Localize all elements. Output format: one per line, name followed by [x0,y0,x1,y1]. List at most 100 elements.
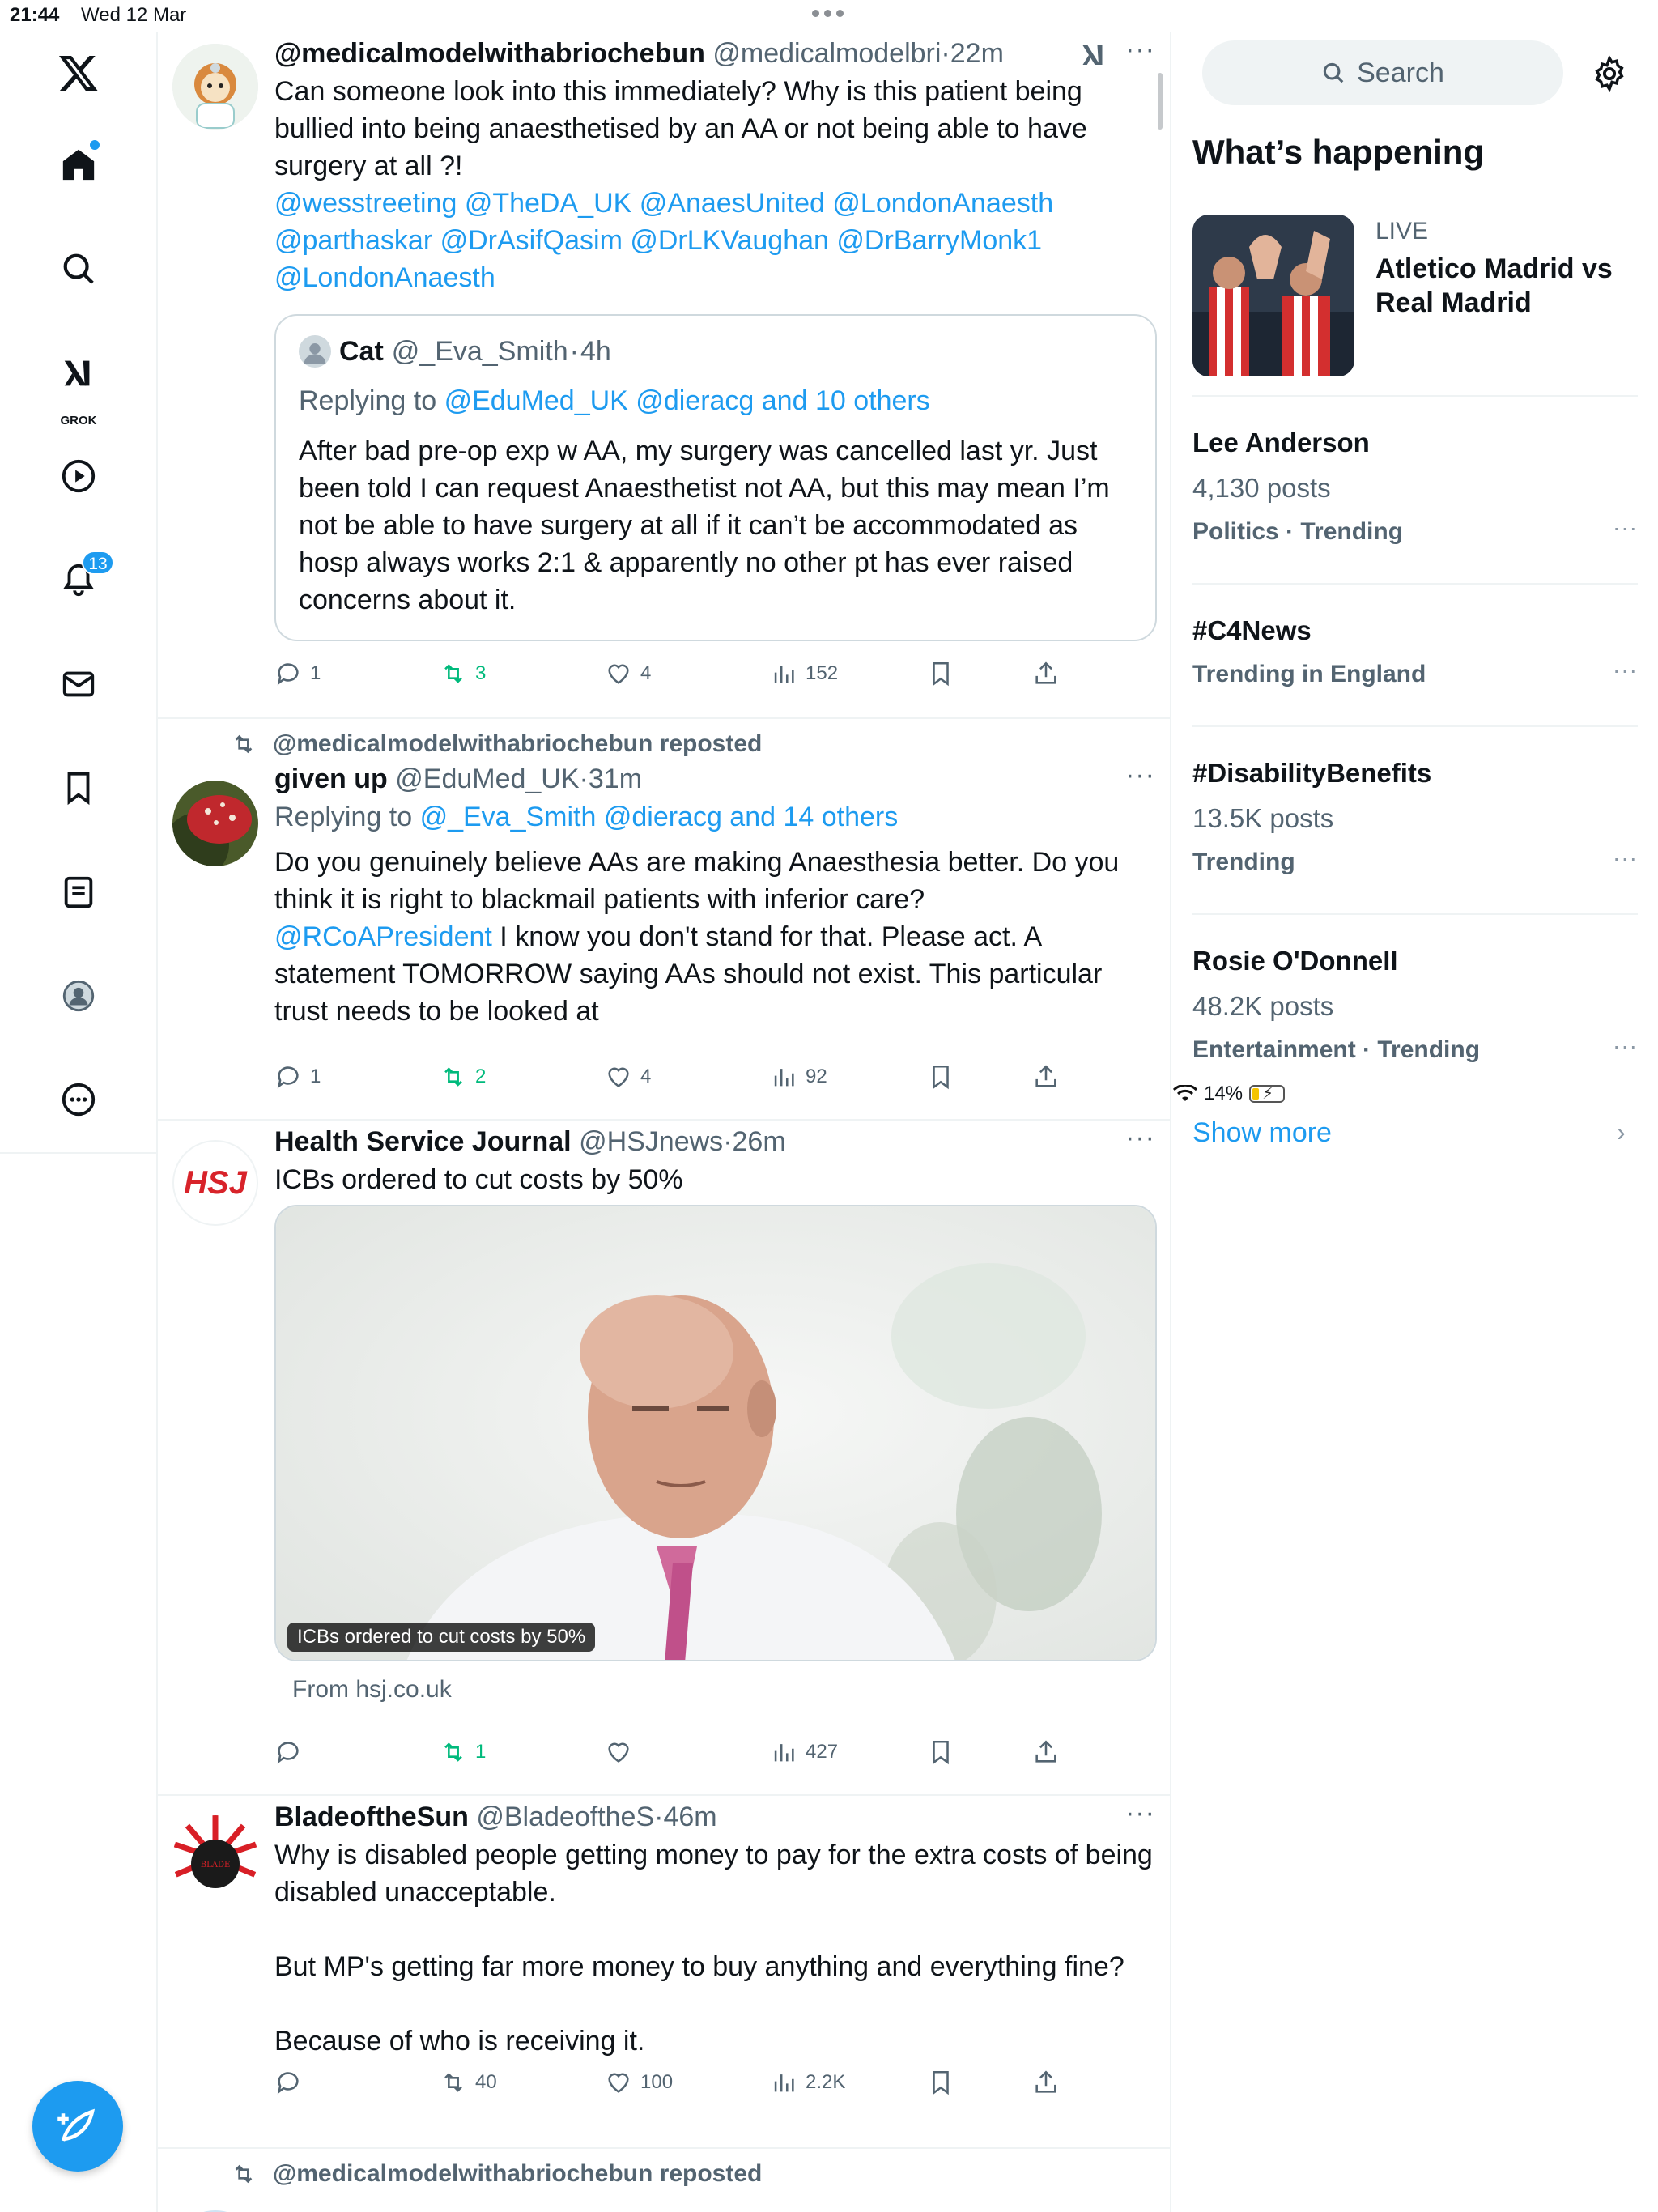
chevron-right-icon: › [1617,1117,1626,1146]
author-handle[interactable]: @medicalmodelbri [712,38,941,69]
like-button[interactable]: 100 [605,2066,673,2099]
compose-button[interactable] [32,2081,123,2172]
bookmark-button[interactable] [927,657,954,690]
more-nav[interactable] [46,1067,111,1132]
notifications-nav[interactable]: 13 [46,547,114,612]
trend-item[interactable]: #DisabilityBenefits 13.5K posts Trending… [1192,725,1638,913]
post[interactable]: BLADE BladeoftheSun @BladeoftheS·46m ···… [158,1796,1170,2149]
author-handle[interactable]: @HSJnews [579,1126,723,1157]
post-mentions[interactable]: @LondonAnaesth [274,259,1155,296]
reply-icon [277,2072,299,2095]
grok-icon[interactable] [1079,40,1108,70]
scrollbar-thumb[interactable] [1158,73,1163,130]
author-handle[interactable]: @BladeoftheS [476,1802,654,1832]
timeline[interactable]: @medicalmodelwithabriochebun @medicalmod… [156,32,1171,2212]
repost-indicator[interactable]: @medicalmodelwithabriochebun reposted [231,730,762,758]
profile-nav[interactable] [46,963,111,1028]
bookmarks-nav[interactable] [46,755,111,820]
post-time[interactable]: 31m [589,764,642,794]
reply-button[interactable]: 1 [274,657,321,690]
repost-button[interactable]: 2 [440,1061,486,1093]
quote-post[interactable]: Cat @_Eva_Smith · 4h Replying to @EduMed_U… [274,314,1157,641]
bookmark-button[interactable] [927,2066,954,2099]
trend-more-icon[interactable]: ··· [1613,1033,1638,1059]
trend-more-icon[interactable]: ··· [1613,657,1638,683]
avatar[interactable]: HSJ [172,1140,258,1226]
post-text: Can someone look into this immediately? … [274,76,1095,181]
search-icon [63,253,94,284]
like-button[interactable]: 4 [605,1061,651,1093]
author-name[interactable]: @medicalmodelwithabriochebun [274,38,705,69]
post-time[interactable]: 22m [950,38,1004,69]
share-button[interactable] [1032,1736,1060,1768]
gear-icon[interactable] [1591,55,1628,92]
views-button[interactable]: 152 [770,657,838,690]
post[interactable]: @medicalmodelwithabriochebun @medicalmod… [158,32,1170,719]
post[interactable]: @medicalmodelwithabriochebun reposted gi… [158,719,1170,1121]
trend-item[interactable]: #C4News Trending in England ··· [1192,583,1638,725]
post[interactable]: HSJ Health Service Journal @HSJnews·26m … [158,1121,1170,1796]
views-button[interactable]: 92 [770,1061,827,1093]
reply-button[interactable] [274,2066,310,2099]
author-name[interactable]: BladeoftheSun [274,1802,469,1832]
trend-more-icon[interactable]: ··· [1613,845,1638,871]
more-options-icon[interactable]: ··· [1125,759,1155,791]
more-options-icon[interactable]: ··· [1125,34,1155,66]
share-button[interactable] [1032,1061,1060,1093]
share-button[interactable] [1032,657,1060,690]
views-icon [774,666,794,683]
repost-button[interactable]: 1 [440,1736,486,1768]
more-options-icon[interactable]: ··· [1125,1122,1155,1154]
messages-nav[interactable] [46,652,111,717]
avatar[interactable] [172,44,258,130]
post-time[interactable]: 46m [663,1802,716,1832]
like-button[interactable]: 4 [605,657,651,690]
article-photo [276,1206,1155,1660]
post-time[interactable]: 26m [733,1126,786,1157]
avatar[interactable]: BLADE [172,1815,258,1901]
live-event-card[interactable]: LIVE Atletico Madrid vs Real Madrid [1192,215,1646,381]
share-icon [1035,2070,1056,2093]
explore-nav[interactable] [46,236,111,301]
views-button[interactable]: 427 [770,1736,838,1768]
link-card-image[interactable]: ICBs ordered to cut costs by 50% [274,1205,1157,1661]
hsj-logo: HSJ [184,1164,247,1201]
show-more-link[interactable]: Show more [1192,1117,1332,1149]
bookmark-button[interactable] [927,1061,954,1093]
more-options-icon[interactable]: ··· [1125,1797,1155,1829]
share-button[interactable] [1032,2066,1060,2099]
grok-nav[interactable]: GROK [46,340,111,428]
video-nav[interactable] [46,444,111,508]
trend-item[interactable]: Lee Anderson 4,130 posts Politics · Tren… [1192,395,1638,583]
views-button[interactable]: 2.2K [770,2066,845,2099]
multitasking-dots[interactable] [812,10,844,17]
profile-icon [62,980,95,1012]
repost-icon [235,2164,253,2184]
bookmark-icon [933,1065,949,1090]
author-handle[interactable]: @EduMed_UK [395,764,579,794]
bookmark-button[interactable] [927,1736,954,1768]
avatar[interactable] [172,781,258,866]
author-name[interactable]: Health Service Journal [274,1126,572,1157]
trend-more-icon[interactable]: ··· [1613,515,1638,541]
repost-button[interactable]: 40 [440,2066,497,2099]
repost-label: @medicalmodelwithabriochebun reposted [273,2160,763,2187]
x-logo-icon[interactable] [46,40,111,105]
home-nav[interactable] [46,132,111,197]
author-name[interactable]: given up [274,764,388,794]
post[interactable]: @medicalmodelwithabriochebun reposted [158,2149,1170,2212]
link-source[interactable]: From hsj.co.uk [292,1676,452,1704]
post-mentions[interactable]: @wesstreeting @TheDA_UK @AnaesUnited @Lo… [274,185,1155,222]
search-input[interactable]: Search [1202,40,1563,105]
reply-button[interactable]: 1 [274,1061,321,1093]
like-button[interactable] [605,1736,640,1768]
lists-nav[interactable] [46,860,111,925]
trend-item[interactable]: Rosie O'Donnell 48.2K posts Entertainmen… [1192,913,1638,1101]
bookmark-icon [933,2070,949,2095]
repost-button[interactable]: 3 [440,657,486,690]
grok-icon [64,360,90,386]
post-mentions[interactable]: @parthaskar @DrAsifQasim @DrLKVaughan @D… [274,222,1155,259]
more-icon [62,1083,96,1117]
reply-button[interactable] [274,1736,310,1768]
repost-indicator[interactable]: @medicalmodelwithabriochebun reposted [231,2160,762,2188]
